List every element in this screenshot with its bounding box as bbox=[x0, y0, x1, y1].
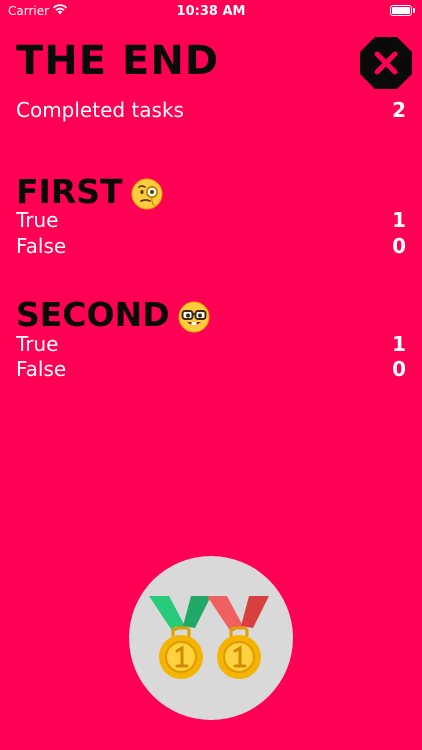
page-title: THE END bbox=[16, 38, 220, 84]
section-title-second: SECOND bbox=[16, 295, 210, 334]
first-false-value: 0 bbox=[392, 234, 406, 258]
status-bar: Carrier 10:38 AM bbox=[0, 0, 422, 24]
status-time: 10:38 AM bbox=[176, 4, 246, 19]
nerd-face-icon bbox=[178, 301, 210, 332]
second-false-row: False 0 bbox=[16, 357, 406, 381]
second-false-label: False bbox=[16, 357, 67, 381]
completed-tasks-row: Completed tasks 2 bbox=[16, 98, 406, 122]
battery-cap bbox=[413, 8, 415, 13]
completed-tasks-label: Completed tasks bbox=[16, 98, 184, 122]
completed-tasks-value: 2 bbox=[392, 98, 406, 122]
second-true-value: 1 bbox=[392, 332, 406, 356]
first-true-row: True 1 bbox=[16, 208, 406, 232]
section-title-first-text: FIRST bbox=[16, 172, 123, 211]
medals-icon bbox=[149, 596, 269, 679]
second-false-value: 0 bbox=[392, 357, 406, 381]
battery-icon bbox=[390, 5, 412, 16]
first-true-label: True bbox=[16, 208, 59, 232]
monocle-face-icon bbox=[131, 178, 163, 209]
medal-badge bbox=[129, 556, 293, 720]
section-title-second-text: SECOND bbox=[16, 295, 170, 334]
second-true-row: True 1 bbox=[16, 332, 406, 356]
close-button[interactable] bbox=[359, 36, 413, 90]
section-title-first: FIRST bbox=[16, 172, 163, 211]
close-icon bbox=[360, 37, 412, 89]
first-false-label: False bbox=[16, 234, 67, 258]
first-true-value: 1 bbox=[392, 208, 406, 232]
second-true-label: True bbox=[16, 332, 59, 356]
first-false-row: False 0 bbox=[16, 234, 406, 258]
